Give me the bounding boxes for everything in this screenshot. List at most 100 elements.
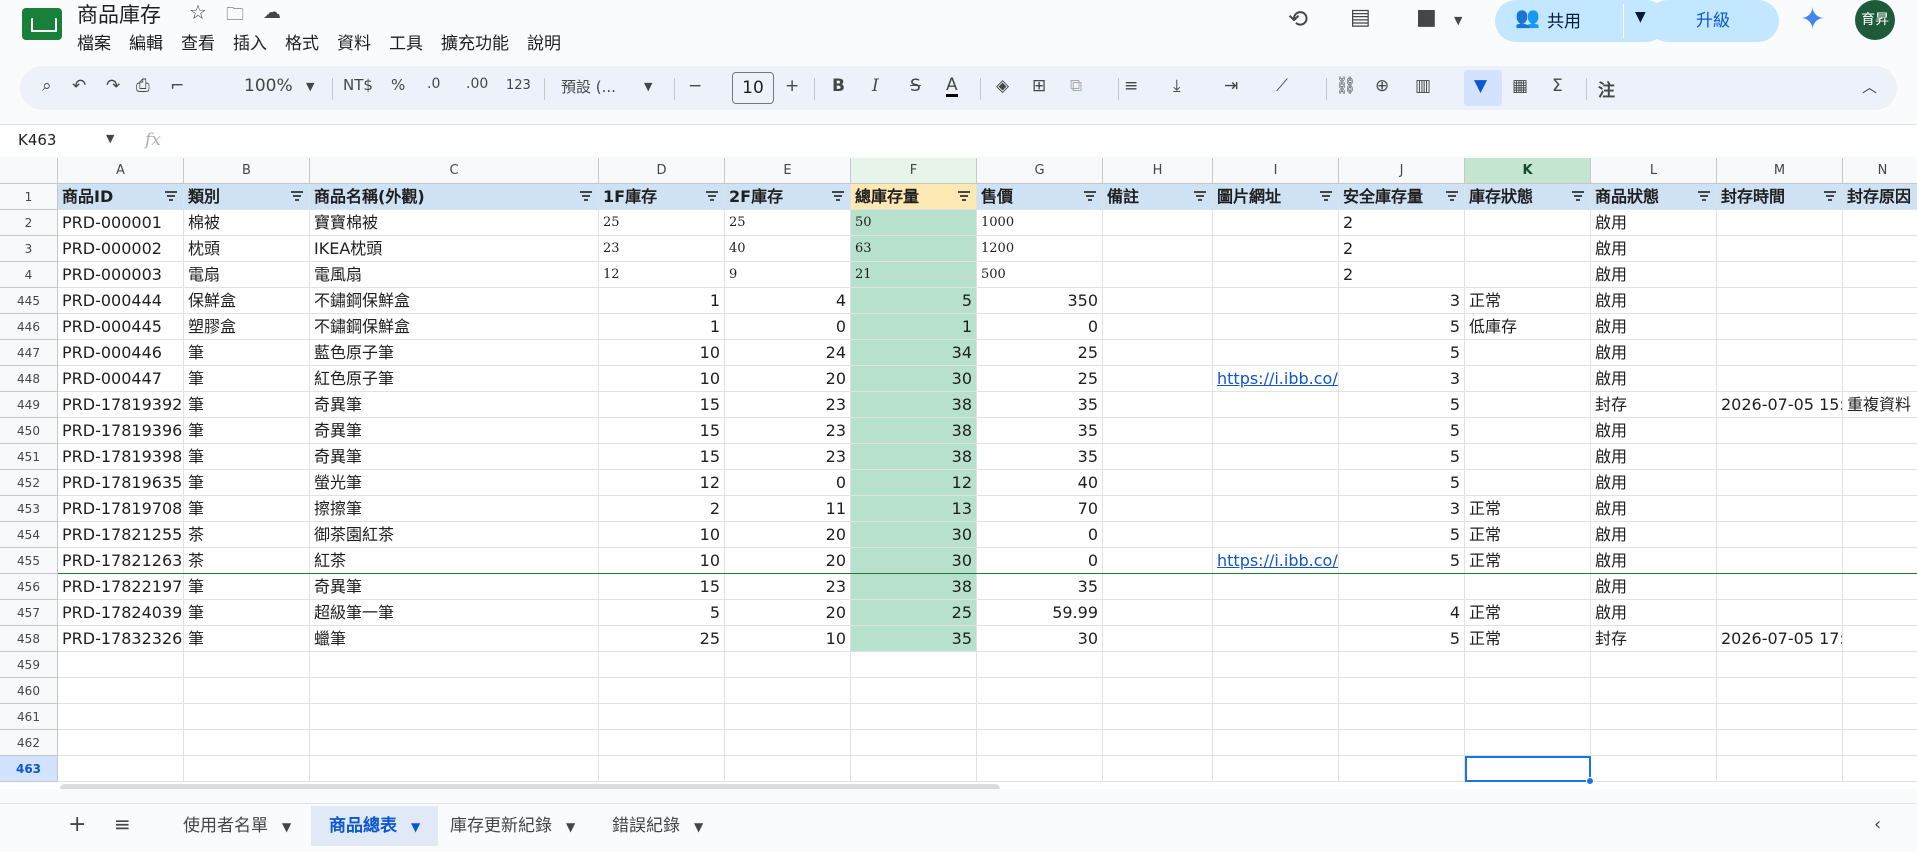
table-cell[interactable] xyxy=(1465,210,1591,236)
table-cell[interactable] xyxy=(725,730,851,756)
column-filter-icon[interactable] xyxy=(165,191,177,201)
table-cell[interactable] xyxy=(977,756,1103,782)
table-cell[interactable]: PRD-178193983 xyxy=(58,444,184,470)
table-cell[interactable] xyxy=(851,730,977,756)
table-cell[interactable]: 20 xyxy=(725,548,851,574)
table-cell[interactable]: 5 xyxy=(1339,548,1465,574)
table-cell[interactable]: 筆 xyxy=(184,418,310,444)
table-cell[interactable]: 0 xyxy=(725,470,851,496)
table-cell[interactable]: PRD-000002 xyxy=(58,236,184,262)
table-cell[interactable]: 1 xyxy=(599,288,725,314)
table-cell[interactable]: PRD-000445 xyxy=(58,314,184,340)
table-cell[interactable] xyxy=(1717,314,1843,340)
table-cell[interactable] xyxy=(1103,704,1213,730)
table-cell[interactable] xyxy=(1843,288,1917,314)
table-cell[interactable] xyxy=(1103,392,1213,418)
table-cell[interactable]: 40 xyxy=(725,236,851,262)
table-cell[interactable]: IKEA枕頭 xyxy=(310,236,599,262)
table-cell[interactable] xyxy=(1465,574,1591,600)
column-header[interactable]: I xyxy=(1213,158,1339,184)
table-cell[interactable]: 10 xyxy=(599,548,725,574)
text-color-button[interactable]: A xyxy=(946,76,958,97)
table-cell[interactable]: 23 xyxy=(725,574,851,600)
column-header[interactable]: G xyxy=(977,158,1103,184)
avatar[interactable]: 育昇 xyxy=(1855,0,1895,40)
column-filter-icon[interactable] xyxy=(291,191,303,201)
table-cell[interactable] xyxy=(58,704,184,730)
table-cell[interactable]: 5 xyxy=(1339,392,1465,418)
table-cell[interactable] xyxy=(1717,574,1843,600)
table-cell[interactable] xyxy=(1717,522,1843,548)
table-cell[interactable]: 啟用 xyxy=(1591,522,1717,548)
table-cell[interactable]: 啟用 xyxy=(1591,470,1717,496)
row-header[interactable]: 447 xyxy=(0,340,58,366)
header-cell[interactable]: 售價 xyxy=(977,184,1103,210)
table-cell[interactable]: 電風扇 xyxy=(310,262,599,288)
table-cell[interactable]: 不鏽鋼保鮮盒 xyxy=(310,314,599,340)
column-filter-icon[interactable] xyxy=(1446,191,1458,201)
table-cell[interactable] xyxy=(1213,236,1339,262)
meet-video-icon[interactable]: ■ xyxy=(1416,5,1437,30)
table-cell[interactable]: 筆 xyxy=(184,392,310,418)
name-box-dropdown-icon[interactable]: ▼ xyxy=(106,132,114,145)
document-title[interactable]: 商品庫存 xyxy=(77,0,161,29)
table-cell[interactable] xyxy=(599,704,725,730)
table-cell[interactable] xyxy=(1213,678,1339,704)
meet-dropdown-icon[interactable]: ▼ xyxy=(1454,14,1462,27)
italic-button[interactable]: I xyxy=(872,76,879,96)
column-filter-icon[interactable] xyxy=(580,191,592,201)
fill-handle[interactable] xyxy=(1586,777,1594,785)
row-header[interactable]: 2 xyxy=(0,210,58,236)
table-cell[interactable]: 15 xyxy=(599,392,725,418)
table-cell[interactable]: 12 xyxy=(599,470,725,496)
table-cell[interactable]: 23 xyxy=(725,444,851,470)
table-cell[interactable] xyxy=(184,652,310,678)
table-cell[interactable]: 塑膠盒 xyxy=(184,314,310,340)
table-cell[interactable]: 啟用 xyxy=(1591,600,1717,626)
row-header[interactable]: 456 xyxy=(0,574,58,600)
sheet-tab-dropdown-icon[interactable]: ▼ xyxy=(411,820,420,834)
table-cell[interactable] xyxy=(1717,262,1843,288)
table-cell[interactable]: 紅色原子筆 xyxy=(310,366,599,392)
table-cell[interactable] xyxy=(1213,470,1339,496)
table-cell[interactable] xyxy=(977,678,1103,704)
sheet-tab[interactable]: 商品總表 ▼ xyxy=(311,806,439,846)
table-cell[interactable] xyxy=(1843,366,1917,392)
table-cell[interactable] xyxy=(1717,652,1843,678)
table-cell[interactable]: 15 xyxy=(599,444,725,470)
column-filter-icon[interactable] xyxy=(706,191,718,201)
column-filter-icon[interactable] xyxy=(1572,191,1584,201)
table-cell[interactable]: 奇異筆 xyxy=(310,418,599,444)
table-cell[interactable]: 正常 xyxy=(1465,626,1591,652)
column-filter-icon[interactable] xyxy=(1084,191,1096,201)
table-cell[interactable]: 啟用 xyxy=(1591,262,1717,288)
table-cell[interactable]: 2 xyxy=(1339,210,1465,236)
table-cell[interactable] xyxy=(1843,340,1917,366)
table-cell[interactable]: 11 xyxy=(725,496,851,522)
table-cell[interactable] xyxy=(977,730,1103,756)
table-cell[interactable]: 5 xyxy=(1339,522,1465,548)
table-cell[interactable]: 4 xyxy=(1339,600,1465,626)
table-cell[interactable] xyxy=(58,652,184,678)
table-cell[interactable]: 啟用 xyxy=(1591,340,1717,366)
table-cell[interactable] xyxy=(725,704,851,730)
table-cell[interactable]: 10 xyxy=(599,522,725,548)
table-cell[interactable] xyxy=(1465,704,1591,730)
row-header[interactable]: 462 xyxy=(0,730,58,756)
table-cell[interactable] xyxy=(1717,210,1843,236)
table-cell[interactable] xyxy=(1213,444,1339,470)
table-cell[interactable]: 12 xyxy=(599,262,725,288)
table-cell[interactable]: 34 xyxy=(851,340,977,366)
table-cell[interactable]: 5 xyxy=(1339,444,1465,470)
table-cell[interactable]: 御茶園紅茶 xyxy=(310,522,599,548)
table-cell[interactable] xyxy=(58,730,184,756)
table-cell[interactable]: 13 xyxy=(851,496,977,522)
horizontal-scrollbar[interactable] xyxy=(60,784,1000,789)
header-cell[interactable]: 總庫存量 xyxy=(851,184,977,210)
row-header[interactable]: 3 xyxy=(0,236,58,262)
table-cell[interactable]: 10 xyxy=(599,340,725,366)
header-cell[interactable]: 商品名稱(外觀) xyxy=(310,184,599,210)
column-header[interactable]: B xyxy=(184,158,310,184)
table-cell[interactable] xyxy=(184,704,310,730)
share-dropdown-icon[interactable]: ▼ xyxy=(1635,9,1646,25)
